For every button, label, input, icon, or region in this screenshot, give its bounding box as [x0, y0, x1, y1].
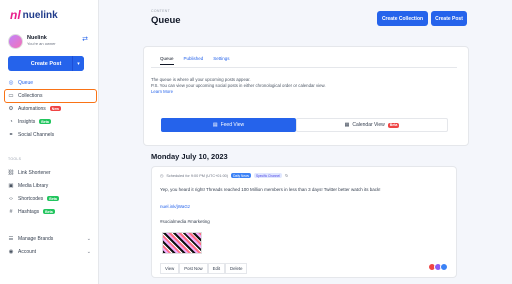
post-text: Yep, you heard it right! Threads reached… [160, 187, 381, 192]
bottom-nav: ☰ Manage Brands ⌄ ◉ Account ⌄ [0, 232, 99, 258]
sidebar-item-hashtags[interactable]: # Hashtags Beta [0, 205, 99, 218]
sidebar: nl nuelink Nuelink You're an owner ⇄ Cre… [0, 0, 99, 284]
post-hashtags: #socialmedia #marketing [160, 219, 210, 224]
code-icon: ‹› [9, 195, 13, 202]
sidebar-create-post-label: Create Post [30, 60, 62, 67]
feed-view-button[interactable]: ▤ Feed View [161, 118, 296, 132]
tab-published[interactable]: Published [184, 56, 204, 65]
logo-text: nuelink [22, 9, 58, 21]
calendar-icon: ▦ [344, 122, 350, 128]
insights-icon: ◔ [9, 118, 13, 125]
profile-switcher[interactable]: Nuelink You're an owner ⇄ [8, 31, 92, 51]
sidebar-item-shortcodes[interactable]: ‹› Shortcodes Beta [0, 192, 99, 205]
hashtag-icon: # [9, 208, 13, 215]
calendar-view-label: Calendar View [352, 122, 385, 128]
sidebar-item-media-library[interactable]: ▣ Media Library [0, 179, 99, 192]
chevron-down-icon: ⌄ [86, 248, 91, 255]
post-image[interactable] [162, 232, 202, 254]
queue-info: The queue is where all your upcoming pos… [151, 77, 421, 96]
brands-icon: ☰ [8, 235, 14, 242]
sidebar-item-automations[interactable]: ⚙ Automations New [0, 102, 99, 115]
create-post-button[interactable]: Create Post [431, 11, 467, 26]
section-label: CONTENT [151, 9, 171, 13]
account-icon: ◉ [8, 248, 14, 255]
tab-settings[interactable]: Settings [213, 56, 229, 65]
create-post-label: Create Post [435, 15, 463, 22]
view-button[interactable]: View [160, 263, 180, 274]
create-collection-label: Create Collection [381, 15, 424, 22]
sidebar-item-social-channels[interactable]: ⚭ Social Channels [0, 128, 99, 141]
sidebar-item-link-shortener[interactable]: ⛓ Link Shortener [0, 166, 99, 179]
sidebar-item-queue[interactable]: ◎ Queue [0, 76, 99, 89]
switch-icon[interactable]: ⇄ [82, 35, 88, 43]
tab-queue[interactable]: Queue [160, 56, 174, 65]
post-link[interactable]: nuel.ink/jWaGz [160, 204, 190, 209]
media-icon: ▣ [8, 182, 14, 189]
beta-badge: Beta [43, 209, 55, 214]
learn-more-link[interactable]: Learn More [151, 89, 421, 95]
automation-icon: ⚙ [8, 105, 14, 112]
sidebar-item-manage-brands[interactable]: ☰ Manage Brands ⌄ [0, 232, 99, 245]
beta-badge: Beta [387, 122, 400, 128]
calendar-view-button[interactable]: ▦ Calendar View Beta [296, 118, 448, 132]
view-toggle: ▤ Feed View ▦ Calendar View Beta [151, 113, 457, 135]
scheduled-time: Scheduled for 9:00 PM (UTC+01:00) [166, 173, 229, 178]
sidebar-item-insights[interactable]: ◔ Insights Beta [0, 115, 99, 128]
post-actions: View Post Now Edit Delete [160, 263, 248, 274]
link-icon: ⛓ [7, 169, 15, 176]
chevron-down-icon: ⌄ [86, 235, 91, 242]
collection-chip: Daily News [231, 173, 252, 178]
main-nav: ◎ Queue ▭ Collections ⚙ Automations New … [0, 76, 99, 141]
nuelink-logo[interactable]: nl nuelink [10, 8, 58, 22]
sidebar-item-label: Link Shortener [18, 169, 51, 176]
repeat-icon: ↻ [284, 174, 289, 178]
beta-badge: Beta [47, 196, 59, 201]
sidebar-item-label: Automations [18, 105, 46, 112]
queue-icon: ◎ [8, 79, 14, 86]
edit-button[interactable]: Edit [207, 263, 226, 274]
logo-mark: nl [10, 8, 21, 22]
create-post-dropdown-icon[interactable]: ▾ [72, 56, 84, 71]
feed-icon: ▤ [212, 122, 218, 128]
create-collection-button[interactable]: Create Collection [377, 11, 428, 26]
sidebar-item-label: Media Library [18, 182, 49, 189]
collections-highlight [4, 89, 97, 103]
feed-view-label: Feed View [220, 122, 245, 128]
sidebar-item-account[interactable]: ◉ Account ⌄ [0, 245, 99, 258]
sidebar-item-label: Manage Brands [18, 235, 54, 242]
beta-badge: Beta [39, 119, 51, 124]
channels-icon: ⚭ [8, 131, 14, 138]
clock-icon: ◷ [160, 174, 164, 178]
schedule-info: ◷ Scheduled for 9:00 PM (UTC+01:00) Dail… [160, 173, 288, 178]
sidebar-item-label: Queue [18, 79, 34, 86]
new-badge: New [49, 106, 61, 111]
page-title: Queue [151, 15, 181, 26]
post-now-button[interactable]: Post Now [179, 263, 208, 274]
sidebar-item-label: Account [18, 248, 37, 255]
sidebar-item-label: Shortcodes [18, 195, 44, 202]
sidebar-item-label: Hashtags [18, 208, 40, 215]
delete-button[interactable]: Delete [225, 263, 248, 274]
sidebar-item-label: Social Channels [18, 131, 55, 138]
post-card: ◷ Scheduled for 9:00 PM (UTC+01:00) Dail… [151, 166, 457, 278]
avatar [8, 33, 23, 49]
sidebar-item-label: Insights [18, 118, 36, 125]
profile-role: You're an owner [27, 40, 56, 46]
tab-bar: Queue Published Settings [160, 56, 230, 65]
channel-avatars [428, 263, 448, 271]
divider [151, 67, 457, 68]
channel-chip: Specific Channel [254, 173, 282, 178]
channel-avatar [440, 263, 448, 271]
tools-nav: ⛓ Link Shortener ▣ Media Library ‹› Shor… [0, 166, 99, 218]
tools-section-label: TOOLS [8, 157, 22, 161]
date-heading: Monday July 10, 2023 [151, 152, 228, 161]
